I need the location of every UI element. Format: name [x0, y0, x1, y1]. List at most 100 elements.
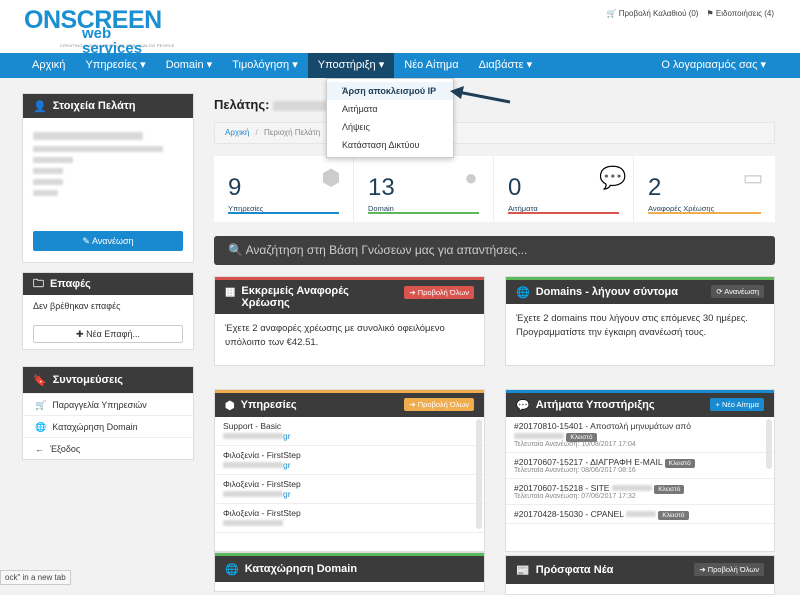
- tickets-scrollbar[interactable]: [766, 419, 772, 469]
- shortcut-register-domain[interactable]: 🌐 Καταχώρηση Domain: [23, 415, 193, 437]
- onscreen-logo[interactable]: ONSCREEN web services CREATING DIGITAL P…: [24, 8, 175, 57]
- nav-home[interactable]: Αρχική: [22, 53, 75, 78]
- refresh-button[interactable]: ✎ Ανανέωση: [33, 231, 183, 251]
- support-dropdown: Άρση αποκλεισμού IP Αιτήματα Λήψεις Κατά…: [326, 78, 454, 158]
- refresh-label: Ανανέωση: [91, 236, 134, 246]
- ticket-item-title: #20170607-15217 - ΔΙΑΓΡΑΦΗ E-MAIL: [514, 457, 663, 467]
- shortcuts-header: 🔖 Συντομεύσεις: [23, 367, 193, 393]
- top-header: ONSCREEN web services CREATING DIGITAL P…: [0, 0, 800, 57]
- new-ticket-button[interactable]: + Νέο Αίτημα: [710, 398, 764, 411]
- user-icon: 👤: [33, 100, 47, 113]
- nav-account-label: Ο λογαριασμός σας: [661, 59, 758, 71]
- breadcrumb: Αρχική / Περιοχή Πελάτη: [214, 122, 775, 144]
- dd-downloads[interactable]: Λήψεις: [327, 118, 453, 136]
- shortcut-logout-label: Έξοδος: [50, 443, 81, 454]
- service-item-suffix[interactable]: gr: [283, 489, 291, 499]
- notifications-link[interactable]: ⚑ Ειδοποιήσεις (4): [706, 9, 774, 18]
- credit-card-icon: ▭: [742, 165, 764, 190]
- dd-unblock-ip[interactable]: Άρση αποκλεισμού IP: [327, 82, 453, 100]
- shortcut-order[interactable]: 🛒 Παραγγελία Υπηρεσιών: [23, 393, 193, 415]
- tickets-list: #20170810-15401 - Αποστολή μηνυμάτων από…: [506, 417, 774, 524]
- service-item-name: Φιλοξενία - FirstStep: [223, 508, 301, 518]
- ticket-item[interactable]: #20170810-15401 - Αποστολή μηνυμάτων από…: [506, 417, 774, 453]
- domains-renew-button[interactable]: ⟳ Ανανέωση: [711, 285, 764, 298]
- stat-invoices[interactable]: 2 Αναφορές Χρέωσης ▭: [634, 156, 775, 222]
- shortcut-logout[interactable]: ← Έξοδος: [23, 437, 193, 459]
- domains-panel: 🌐 Domains - λήγουν σύντομα ⟳ Ανανέωση Έχε…: [505, 276, 775, 366]
- stat-tickets-num: 0: [508, 174, 522, 201]
- tickets-panel: 💬 Αιτήματα Υποστήριξης + Νέο Αίτημα #2017…: [505, 389, 775, 552]
- cart-icon: 🛒: [606, 9, 617, 18]
- shortcut-register-label: Καταχώρηση Domain: [52, 421, 138, 432]
- client-panel-header: 👤 Στοιχεία Πελάτη: [23, 94, 193, 118]
- invoices-panel: ▦ Εκκρεμείς Αναφορές Χρέωσης ➔ Προβολή Όλ…: [214, 276, 485, 366]
- nav-account[interactable]: Ο λογαριασμός σας ▾: [661, 53, 766, 78]
- stat-domains[interactable]: 13 Domain ●: [354, 156, 494, 222]
- pencil-icon: ✎: [82, 236, 90, 246]
- caret-down-icon: ▾: [760, 59, 766, 71]
- invoices-view-all-button[interactable]: ➔ Προβολή Όλων: [404, 286, 474, 299]
- register-header: 🌐 Καταχώρηση Domain: [215, 556, 484, 582]
- nav-services[interactable]: Υπηρεσίες ▾: [75, 53, 155, 78]
- plus-icon: +: [715, 400, 720, 409]
- page-title-label: Πελάτης:: [214, 97, 270, 112]
- service-item-suffix[interactable]: gr: [283, 460, 291, 470]
- tickets-title: Αιτήματα Υποστήριξης: [535, 399, 655, 411]
- domains-title: Domains - λήγουν σύντομα: [535, 286, 679, 298]
- blurred-city: [33, 157, 73, 163]
- service-item-suffix[interactable]: gr: [283, 431, 291, 441]
- ticket-status-badge: Κλειστό: [654, 485, 685, 494]
- blurred-name: [33, 132, 143, 140]
- caret-down-icon: ▾: [292, 59, 298, 71]
- cart-icon: 🛒: [35, 399, 47, 410]
- service-item[interactable]: Φιλοξενία - FirstStep: [215, 504, 484, 533]
- nav-read[interactable]: Διαβάστε ▾: [469, 53, 542, 78]
- blurred-domain: [223, 491, 283, 497]
- kb-search-input[interactable]: 🔍 Αναζήτηση στη Βάση Γνώσεων μας για απα…: [214, 236, 775, 265]
- breadcrumb-home[interactable]: Αρχική: [225, 128, 249, 137]
- caret-down-icon: ▾: [378, 59, 385, 71]
- globe-icon: 🌐: [225, 563, 239, 576]
- nav-new-ticket[interactable]: Νέο Αίτημα: [394, 53, 468, 78]
- nav-support[interactable]: Υποστήριξη ▾: [307, 53, 395, 78]
- blurred-address: [33, 146, 163, 152]
- nav-billing-label: Τιμολόγηση: [232, 59, 290, 71]
- services-header: ⬢ Υπηρεσίες ➔ Προβολή Όλων: [215, 393, 484, 417]
- ticket-item[interactable]: #20170428-15030 - CPANEL Κλειστό: [506, 505, 774, 524]
- nav-domain[interactable]: Domain ▾: [156, 53, 223, 78]
- blurred-region: [33, 179, 63, 185]
- logo-sub-text: web services: [82, 25, 143, 57]
- blurred-zip: [33, 168, 63, 174]
- service-item[interactable]: Support - Basic gr: [215, 417, 484, 446]
- dd-tickets[interactable]: Αιτήματα: [327, 100, 453, 118]
- refresh-icon: ⟳: [716, 287, 723, 296]
- service-item[interactable]: Φιλοξενία - FirstStep gr: [215, 446, 484, 475]
- ticket-item[interactable]: #20170607-15218 - SITE Κλειστό Τελευταία …: [506, 479, 774, 505]
- blurred-subject: [611, 485, 652, 491]
- search-icon: 🔍: [228, 243, 243, 257]
- arrow-right-icon: ➔: [699, 565, 706, 574]
- caret-down-icon: ▾: [526, 59, 533, 71]
- dd-network-status[interactable]: Κατάσταση Δικτύου: [327, 136, 453, 154]
- service-item[interactable]: Φιλοξενία - FirstStep gr: [215, 475, 484, 504]
- new-contact-button[interactable]: ✚ Νέα Επαφή...: [33, 325, 183, 343]
- comments-icon: 💬: [599, 165, 627, 190]
- stat-domains-num: 13: [368, 174, 395, 201]
- news-header: 📰 Πρόσφατα Νέα ➔ Προβολή Όλων: [506, 556, 774, 584]
- services-list: Support - Basic gr Φιλοξενία - FirstStep g…: [215, 417, 484, 533]
- contacts-title: Επαφές: [50, 278, 91, 290]
- services-view-all-button[interactable]: ➔ Προβολή Όλων: [404, 398, 474, 411]
- domains-text: Έχετε 2 domains που λήγουν στις επόμενες…: [516, 313, 748, 338]
- ticket-item[interactable]: #20170607-15217 - ΔΙΑΓΡΑΦΗ E-MAIL Κλειστ…: [506, 453, 774, 479]
- bookmark-icon: 🔖: [33, 374, 47, 387]
- stat-tickets[interactable]: 0 Αιτήματα 💬: [494, 156, 634, 222]
- top-links: 🛒 Προβολή Καλαθιού (0) ⚑ Ειδοποιήσεις (4…: [607, 9, 775, 18]
- cart-link[interactable]: 🛒 Προβολή Καλαθιού (0): [607, 9, 699, 18]
- nav-billing[interactable]: Τιμολόγηση ▾: [222, 53, 308, 78]
- stat-services[interactable]: 9 Υπηρεσίες ⬢: [214, 156, 354, 222]
- news-view-all-button[interactable]: ➔ Προβολή Όλων: [694, 563, 764, 576]
- services-scrollbar[interactable]: [476, 419, 482, 529]
- shortcut-order-label: Παραγγελία Υπηρεσιών: [52, 399, 147, 410]
- ticket-item-title: #20170607-15218 - SITE: [514, 483, 610, 493]
- newspaper-icon: 📰: [516, 564, 530, 577]
